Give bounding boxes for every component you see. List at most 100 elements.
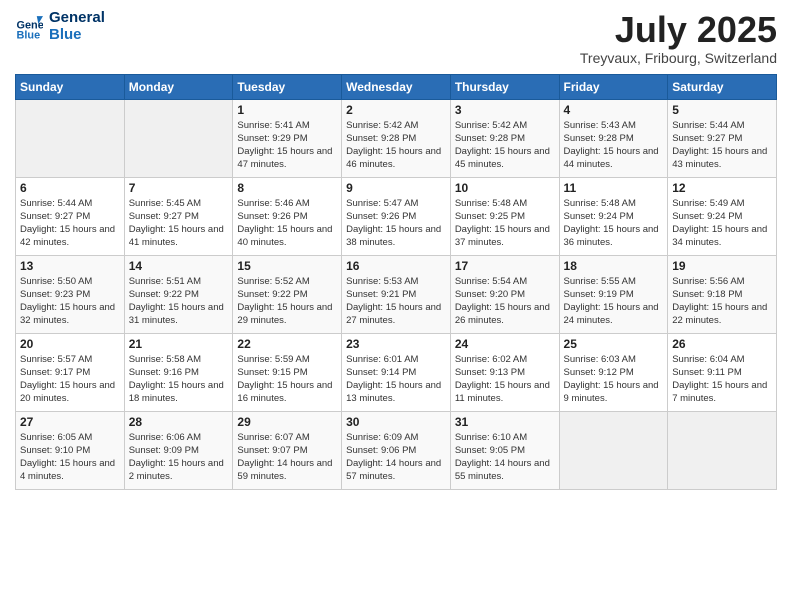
day-cell: 22 Sunrise: 5:59 AM Sunset: 9:15 PM Dayli… <box>233 333 342 411</box>
day-info: Sunrise: 5:47 AM Sunset: 9:26 PM Dayligh… <box>346 197 446 250</box>
calendar-body: 1 Sunrise: 5:41 AM Sunset: 9:29 PM Daylig… <box>16 99 777 489</box>
header-cell-sunday: Sunday <box>16 74 125 99</box>
day-number: 14 <box>129 259 229 273</box>
day-number: 29 <box>237 415 337 429</box>
day-number: 7 <box>129 181 229 195</box>
logo-line1: General <box>49 10 105 27</box>
day-cell: 16Sunrise: 5:53 AM Sunset: 9:21 PM Dayli… <box>342 255 451 333</box>
day-info: Sunrise: 5:58 AM Sunset: 9:16 PM Dayligh… <box>129 353 229 406</box>
day-number: 9 <box>346 181 446 195</box>
day-info: Sunrise: 5:43 AM Sunset: 9:28 PM Dayligh… <box>564 119 664 172</box>
day-cell: 7 Sunrise: 5:45 AM Sunset: 9:27 PM Daylig… <box>124 177 233 255</box>
day-cell: 15 Sunrise: 5:52 AM Sunset: 9:22 PM Dayli… <box>233 255 342 333</box>
day-info: Sunrise: 5:52 AM Sunset: 9:22 PM Dayligh… <box>237 275 337 328</box>
day-number: 18 <box>564 259 664 273</box>
day-cell: 18 Sunrise: 5:55 AM Sunset: 9:19 PM Dayli… <box>559 255 668 333</box>
day-cell: 2 Sunrise: 5:42 AM Sunset: 9:28 PM Daylig… <box>342 99 451 177</box>
day-cell: 26Sunrise: 6:04 AM Sunset: 9:11 PM Dayli… <box>668 333 777 411</box>
month-title: July 2025 <box>580 10 777 50</box>
day-number: 24 <box>455 337 555 351</box>
day-info: Sunrise: 6:03 AM Sunset: 9:12 PM Dayligh… <box>564 353 664 406</box>
week-row-0: 1 Sunrise: 5:41 AM Sunset: 9:29 PM Daylig… <box>16 99 777 177</box>
day-cell: 21 Sunrise: 5:58 AM Sunset: 9:16 PM Dayli… <box>124 333 233 411</box>
header-cell-monday: Monday <box>124 74 233 99</box>
svg-text:Blue: Blue <box>17 29 41 40</box>
day-cell: 25 Sunrise: 6:03 AM Sunset: 9:12 PM Dayli… <box>559 333 668 411</box>
day-info: Sunrise: 6:02 AM Sunset: 9:13 PM Dayligh… <box>455 353 555 406</box>
header-cell-wednesday: Wednesday <box>342 74 451 99</box>
day-cell: 10Sunrise: 5:48 AM Sunset: 9:25 PM Dayli… <box>450 177 559 255</box>
day-cell <box>16 99 125 177</box>
day-info: Sunrise: 5:56 AM Sunset: 9:18 PM Dayligh… <box>672 275 772 328</box>
day-info: Sunrise: 5:48 AM Sunset: 9:24 PM Dayligh… <box>564 197 664 250</box>
day-number: 17 <box>455 259 555 273</box>
day-cell: 1 Sunrise: 5:41 AM Sunset: 9:29 PM Daylig… <box>233 99 342 177</box>
day-cell <box>668 411 777 489</box>
day-cell: 3Sunrise: 5:42 AM Sunset: 9:28 PM Daylig… <box>450 99 559 177</box>
day-number: 20 <box>20 337 120 351</box>
day-info: Sunrise: 5:45 AM Sunset: 9:27 PM Dayligh… <box>129 197 229 250</box>
day-number: 11 <box>564 181 664 195</box>
day-cell: 31Sunrise: 6:10 AM Sunset: 9:05 PM Dayli… <box>450 411 559 489</box>
day-info: Sunrise: 5:59 AM Sunset: 9:15 PM Dayligh… <box>237 353 337 406</box>
day-info: Sunrise: 6:01 AM Sunset: 9:14 PM Dayligh… <box>346 353 446 406</box>
day-number: 13 <box>20 259 120 273</box>
week-row-3: 20 Sunrise: 5:57 AM Sunset: 9:17 PM Dayli… <box>16 333 777 411</box>
day-cell <box>559 411 668 489</box>
day-info: Sunrise: 6:05 AM Sunset: 9:10 PM Dayligh… <box>20 431 120 484</box>
day-info: Sunrise: 5:42 AM Sunset: 9:28 PM Dayligh… <box>346 119 446 172</box>
day-info: Sunrise: 5:48 AM Sunset: 9:25 PM Dayligh… <box>455 197 555 250</box>
calendar-header: SundayMondayTuesdayWednesdayThursdayFrid… <box>16 74 777 99</box>
day-number: 3 <box>455 103 555 117</box>
day-info: Sunrise: 6:06 AM Sunset: 9:09 PM Dayligh… <box>129 431 229 484</box>
header-cell-saturday: Saturday <box>668 74 777 99</box>
day-info: Sunrise: 5:44 AM Sunset: 9:27 PM Dayligh… <box>672 119 772 172</box>
day-cell: 12Sunrise: 5:49 AM Sunset: 9:24 PM Dayli… <box>668 177 777 255</box>
day-info: Sunrise: 5:50 AM Sunset: 9:23 PM Dayligh… <box>20 275 120 328</box>
week-row-1: 6Sunrise: 5:44 AM Sunset: 9:27 PM Daylig… <box>16 177 777 255</box>
day-number: 15 <box>237 259 337 273</box>
day-number: 26 <box>672 337 772 351</box>
day-number: 4 <box>564 103 664 117</box>
day-cell: 24 Sunrise: 6:02 AM Sunset: 9:13 PM Dayli… <box>450 333 559 411</box>
day-cell: 23Sunrise: 6:01 AM Sunset: 9:14 PM Dayli… <box>342 333 451 411</box>
day-number: 19 <box>672 259 772 273</box>
day-number: 30 <box>346 415 446 429</box>
location-subtitle: Treyvaux, Fribourg, Switzerland <box>580 50 777 66</box>
day-cell <box>124 99 233 177</box>
day-info: Sunrise: 5:54 AM Sunset: 9:20 PM Dayligh… <box>455 275 555 328</box>
day-info: Sunrise: 5:55 AM Sunset: 9:19 PM Dayligh… <box>564 275 664 328</box>
day-cell: 6Sunrise: 5:44 AM Sunset: 9:27 PM Daylig… <box>16 177 125 255</box>
day-cell: 13 Sunrise: 5:50 AM Sunset: 9:23 PM Dayli… <box>16 255 125 333</box>
header-cell-friday: Friday <box>559 74 668 99</box>
day-info: Sunrise: 5:41 AM Sunset: 9:29 PM Dayligh… <box>237 119 337 172</box>
header-row: SundayMondayTuesdayWednesdayThursdayFrid… <box>16 74 777 99</box>
logo-line2: Blue <box>49 27 105 44</box>
day-info: Sunrise: 5:46 AM Sunset: 9:26 PM Dayligh… <box>237 197 337 250</box>
calendar-page: General Blue General Blue July 2025 Trey… <box>0 0 792 612</box>
day-cell: 5Sunrise: 5:44 AM Sunset: 9:27 PM Daylig… <box>668 99 777 177</box>
day-number: 27 <box>20 415 120 429</box>
day-cell: 28 Sunrise: 6:06 AM Sunset: 9:09 PM Dayli… <box>124 411 233 489</box>
day-number: 25 <box>564 337 664 351</box>
header-cell-tuesday: Tuesday <box>233 74 342 99</box>
day-info: Sunrise: 6:10 AM Sunset: 9:05 PM Dayligh… <box>455 431 555 484</box>
day-number: 12 <box>672 181 772 195</box>
day-info: Sunrise: 5:57 AM Sunset: 9:17 PM Dayligh… <box>20 353 120 406</box>
day-number: 22 <box>237 337 337 351</box>
day-info: Sunrise: 6:07 AM Sunset: 9:07 PM Dayligh… <box>237 431 337 484</box>
week-row-4: 27 Sunrise: 6:05 AM Sunset: 9:10 PM Dayli… <box>16 411 777 489</box>
day-number: 21 <box>129 337 229 351</box>
day-number: 16 <box>346 259 446 273</box>
header: General Blue General Blue July 2025 Trey… <box>15 10 777 66</box>
logo-icon: General Blue <box>15 13 43 41</box>
day-number: 28 <box>129 415 229 429</box>
day-number: 1 <box>237 103 337 117</box>
day-cell: 29 Sunrise: 6:07 AM Sunset: 9:07 PM Dayli… <box>233 411 342 489</box>
day-cell: 4 Sunrise: 5:43 AM Sunset: 9:28 PM Daylig… <box>559 99 668 177</box>
day-cell: 8Sunrise: 5:46 AM Sunset: 9:26 PM Daylig… <box>233 177 342 255</box>
title-block: July 2025 Treyvaux, Fribourg, Switzerlan… <box>580 10 777 66</box>
day-cell: 30Sunrise: 6:09 AM Sunset: 9:06 PM Dayli… <box>342 411 451 489</box>
day-number: 6 <box>20 181 120 195</box>
day-number: 2 <box>346 103 446 117</box>
